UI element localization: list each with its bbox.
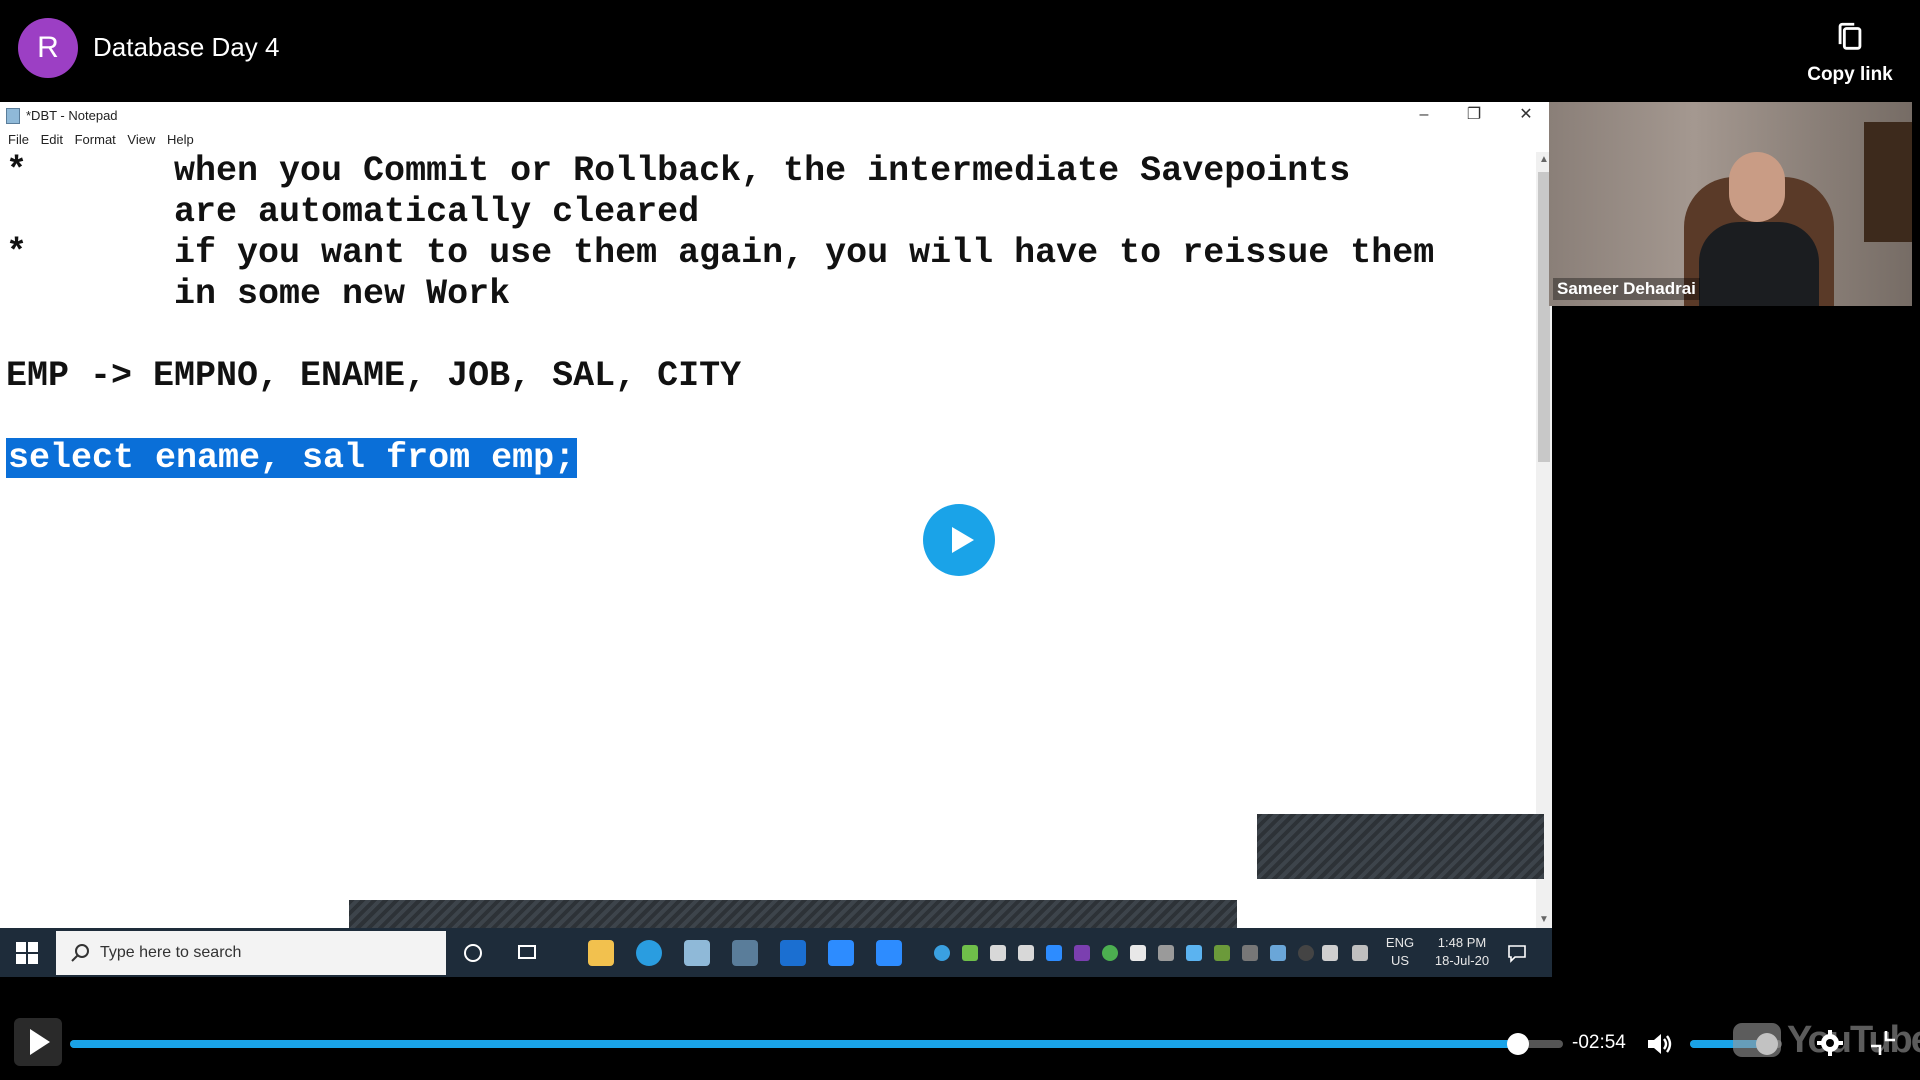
notepad-menubar: File Edit Format View Help <box>0 128 1552 150</box>
menu-help: Help <box>166 132 194 147</box>
language-indicator: ENG US <box>1382 934 1418 970</box>
redacted-block <box>349 900 1237 928</box>
tray-app-icon <box>962 945 978 961</box>
camera-shelf <box>1864 122 1912 242</box>
snowflake-icon <box>1186 945 1202 961</box>
close-icon: ✕ <box>1519 106 1533 123</box>
menu-edit: Edit <box>40 132 63 147</box>
search-placeholder: Type here to search <box>100 944 242 961</box>
windows-start-icon <box>16 942 38 964</box>
tray-app-icon <box>1298 945 1314 961</box>
copy-icon <box>1838 22 1862 50</box>
top-bar: R Database Day 4 Copy link <box>0 0 1920 102</box>
redacted-block <box>1257 814 1544 879</box>
menu-file: File <box>8 132 29 147</box>
copy-link-button[interactable]: Copy link <box>1800 16 1900 90</box>
notification-icon <box>1508 945 1526 963</box>
tray-app-icon <box>1242 945 1258 961</box>
speaker-tray-icon <box>1322 945 1338 961</box>
tray-app-icon <box>1102 945 1118 961</box>
windows-taskbar: Type here to search ENG US 1:48 PM 18-Ju… <box>0 928 1552 977</box>
clock-date: 18-Jul-20 <box>1434 953 1490 968</box>
presenter-head <box>1729 152 1785 222</box>
presenter-name: Sameer Dehadrai <box>1553 278 1700 300</box>
text-line: * when you Commit or Rollback, the inter… <box>6 151 1351 191</box>
notepad-text-area: * when you Commit or Rollback, the inter… <box>0 150 1536 928</box>
restore-icon: ❐ <box>1466 106 1482 123</box>
file-explorer-icon <box>588 940 614 966</box>
search-icon <box>71 944 89 962</box>
video-title[interactable]: Database Day 4 <box>93 32 279 63</box>
edge-icon <box>636 940 662 966</box>
zoom-tray-icon <box>1046 945 1062 961</box>
notepad-taskbar-icon <box>684 940 710 966</box>
onenote-icon <box>1074 945 1090 961</box>
volume-icon[interactable] <box>1644 1029 1674 1059</box>
gear-icon[interactable] <box>1815 1028 1845 1058</box>
play-icon <box>30 1029 50 1055</box>
text-line: EMP -> EMPNO, ENAME, JOB, SAL, CITY <box>6 356 742 396</box>
wifi-icon <box>1158 945 1174 961</box>
progress-fill <box>70 1040 1519 1048</box>
clock-time: 1:48 PM <box>1437 935 1487 950</box>
text-line: in some new Work <box>6 274 511 314</box>
presenter-camera: Sameer Dehadrai <box>1549 102 1912 306</box>
region-code: US <box>1390 953 1410 968</box>
play-button[interactable] <box>14 1018 62 1066</box>
microphone-icon <box>990 945 1006 961</box>
exit-fullscreen-icon[interactable] <box>1868 1028 1898 1058</box>
tray-app-icon <box>1130 945 1146 961</box>
app-icon <box>732 940 758 966</box>
text-line: * if you want to use them again, you wil… <box>6 233 1435 273</box>
tray-app-icon <box>1270 945 1286 961</box>
menu-format: Format <box>74 132 116 147</box>
play-icon <box>952 527 974 553</box>
zoom-meeting-icon <box>876 940 902 966</box>
channel-avatar[interactable]: R <box>18 18 78 78</box>
progress-knob[interactable] <box>1507 1033 1530 1055</box>
clock: 1:48 PM 18-Jul-20 <box>1424 934 1500 970</box>
notepad-title: *DBT - Notepad <box>26 108 118 123</box>
task-view-icon <box>518 945 536 959</box>
tray-app-icon <box>1018 945 1034 961</box>
minimize-icon: – <box>1419 106 1429 123</box>
selected-text-line: select ename, sal from emp; <box>6 438 578 478</box>
text-line: are automatically cleared <box>6 192 700 232</box>
notepad-app-icon <box>6 108 20 124</box>
notepad-window: *DBT - Notepad – ❐ ✕ File Edit Format Vi… <box>0 102 1552 977</box>
nvidia-icon <box>1214 945 1230 961</box>
player-controls: -02:54 YouTube <box>0 985 1920 1080</box>
video-frame[interactable]: *DBT - Notepad – ❐ ✕ File Edit Format Vi… <box>0 102 1920 980</box>
help-icon <box>934 945 950 961</box>
center-play-button[interactable] <box>923 504 995 576</box>
cortana-icon <box>464 944 482 962</box>
scroll-down-icon: ▼ <box>1539 914 1549 925</box>
menu-view: View <box>127 132 156 147</box>
language-code: ENG <box>1385 935 1415 950</box>
presenter-body <box>1699 222 1819 306</box>
progress-bar[interactable] <box>70 1033 1563 1055</box>
youtube-logo-text: YouTube <box>1787 1019 1920 1061</box>
pen-icon <box>1352 945 1368 961</box>
whiteboard-icon <box>780 940 806 966</box>
notepad-titlebar: *DBT - Notepad – ❐ ✕ <box>0 102 1552 128</box>
zoom-icon <box>828 940 854 966</box>
time-remaining: -02:54 <box>1572 1032 1626 1053</box>
taskbar-search-box: Type here to search <box>56 931 446 975</box>
youtube-logo-mark <box>1733 1023 1781 1057</box>
copy-link-label: Copy link <box>1807 64 1893 85</box>
